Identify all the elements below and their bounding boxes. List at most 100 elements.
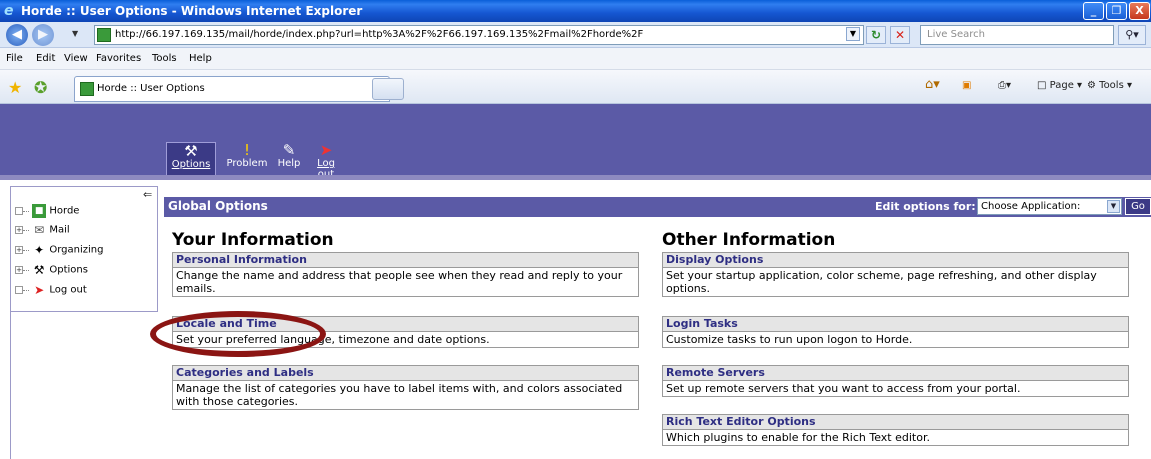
sidebar-item-logout[interactable]: ➤ Log out [15,283,87,299]
search-input[interactable]: Live Search [920,25,1114,45]
tab-bar: ★ ✪ Horde :: User Options ⌂▾ ▣ ⎙▾ □ Page… [0,70,1151,104]
help-button[interactable]: ✎ Help [275,142,303,176]
menu-view[interactable]: View [64,53,88,64]
address-toolbar: ◀ ▶ ▼ http://66.197.169.135/mail/horde/i… [0,22,1151,48]
options-label: Options [171,159,211,170]
chevron-down-icon: ▼ [1107,200,1120,213]
horde-favicon-icon [80,82,94,96]
remote-servers-link[interactable]: Remote Servers [662,365,1129,381]
menu-file[interactable]: File [6,53,23,64]
logout-icon: ➤ [319,141,333,159]
home-icon[interactable]: ⌂▾ [925,77,940,92]
application-select[interactable]: Choose Application: ▼ [977,198,1122,215]
help-icon: ✎ [282,141,296,159]
login-tasks-link[interactable]: Login Tasks [662,316,1129,332]
go-button[interactable]: Go [1125,198,1151,215]
menu-help[interactable]: Help [189,53,212,64]
tab-horde-user-options[interactable]: Horde :: User Options [74,76,390,102]
other-information-heading: Other Information [662,230,836,250]
window-title-bar: e Horde :: User Options - Windows Intern… [0,0,1151,22]
organizing-icon: ✦ [34,243,45,257]
sidebar-label-organizing: Organizing [49,244,104,256]
personal-information-link[interactable]: Personal Information [172,252,639,268]
forward-button[interactable]: ▶ [32,24,54,46]
categories-and-labels-desc: Manage the list of categories you have t… [172,381,639,410]
options-button[interactable]: ⚒ Options [166,142,216,176]
frame-border [10,312,11,459]
add-favorites-icon[interactable]: ✪ [34,78,47,97]
sidebar-tree: ⇐ ■ Horde + ✉ Mail + ✦ Organizing + ⚒ Op… [10,186,158,312]
problem-label: Problem [226,158,268,169]
personal-information-desc: Change the name and address that people … [172,268,639,297]
categories-and-labels-link[interactable]: Categories and Labels [172,365,639,381]
sidebar-label-horde: Horde [49,205,80,217]
window-title: Horde :: User Options - Windows Internet… [21,4,363,18]
back-button[interactable]: ◀ [6,24,28,46]
stop-button[interactable]: ✕ [890,26,910,44]
sidebar-label-options: Options [49,264,88,276]
horde-icon: ■ [32,204,47,218]
sidebar-label-logout: Log out [49,284,87,296]
menu-edit[interactable]: Edit [36,53,55,64]
remote-servers-desc: Set up remote servers that you want to a… [662,381,1129,397]
menu-bar: File Edit View Favorites Tools Help [0,48,1151,70]
favorites-star-icon[interactable]: ★ [8,78,22,97]
ie-logo-icon: e [4,3,14,19]
expand-icon[interactable]: + [15,246,23,254]
minimize-button[interactable]: _ [1083,2,1104,20]
highlight-annotation [150,311,326,357]
tools-icon: ⚒ [184,142,198,160]
tree-line [23,249,29,251]
sidebar-label-mail: Mail [49,224,70,236]
problem-icon: ! [243,141,250,159]
logout-icon: ➤ [34,283,45,297]
problem-button[interactable]: ! Problem [226,142,268,176]
tree-line [23,269,29,271]
sidebar-item-organizing[interactable]: + ✦ Organizing [15,243,104,259]
option-personal-information: Personal Information Change the name and… [172,252,639,297]
menu-tools[interactable]: Tools [152,53,177,64]
login-tasks-desc: Customize tasks to run upon logon to Hor… [662,332,1129,348]
page-title: Global Options [168,199,268,213]
url-text: http://66.197.169.135/mail/horde/index.p… [115,29,644,40]
option-remote-servers: Remote Servers Set up remote servers tha… [662,365,1129,397]
sidebar-item-options[interactable]: + ⚒ Options [15,263,88,279]
option-categories-and-labels: Categories and Labels Manage the list of… [172,365,639,410]
option-login-tasks: Login Tasks Customize tasks to run upon … [662,316,1129,348]
display-options-desc: Set your startup application, color sche… [662,268,1129,297]
application-select-value: Choose Application: [981,201,1081,212]
horde-toolbar: ⚒ Options ! Problem ✎ Help ➤ Log out [0,104,1151,180]
sidebar-item-mail[interactable]: + ✉ Mail [15,223,70,239]
page-menu-label: Page [1049,80,1074,91]
display-options-link[interactable]: Display Options [662,252,1129,268]
new-tab-button[interactable] [372,78,404,100]
rich-text-editor-link[interactable]: Rich Text Editor Options [662,414,1129,430]
address-dropdown-button[interactable]: ▼ [846,27,860,41]
help-label: Help [277,158,301,169]
tree-node-icon [15,286,23,294]
global-options-header: Global Options Edit options for: Choose … [164,197,1151,217]
expand-icon[interactable]: + [15,266,23,274]
close-button[interactable]: X [1129,2,1150,20]
print-icon[interactable]: ⎙▾ [998,80,1011,91]
tools-menu[interactable]: ⚙ Tools ▾ [1087,80,1132,91]
search-icon[interactable]: ⚲▾ [1118,25,1146,45]
maximize-button[interactable]: ❐ [1106,2,1127,20]
logout-button[interactable]: ➤ Log out [308,141,344,180]
sidebar-item-horde[interactable]: ■ Horde [15,204,79,220]
tree-line [23,210,29,212]
history-dropdown-icon[interactable]: ▼ [72,29,78,38]
option-rich-text-editor: Rich Text Editor Options Which plugins t… [662,414,1129,446]
horde-favicon-icon [97,28,111,42]
address-input[interactable]: http://66.197.169.135/mail/horde/index.p… [94,25,864,45]
feeds-icon[interactable]: ▣ [962,80,971,91]
collapse-sidebar-icon[interactable]: ⇐ [143,188,152,201]
refresh-button[interactable]: ↻ [866,26,886,44]
toolbar-divider [0,175,1151,180]
page-menu[interactable]: □ Page ▾ [1037,80,1082,91]
tools-menu-label: Tools [1099,80,1124,91]
expand-icon[interactable]: + [15,226,23,234]
menu-favorites[interactable]: Favorites [96,53,141,64]
option-display-options: Display Options Set your startup applica… [662,252,1129,297]
options-icon: ⚒ [33,263,45,277]
